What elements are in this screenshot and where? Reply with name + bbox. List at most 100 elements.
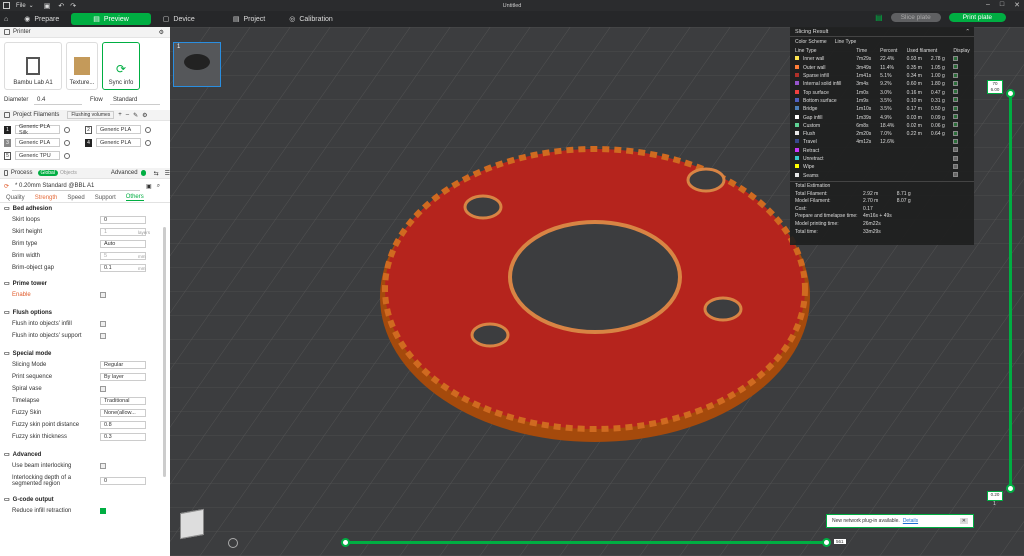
display-checkbox[interactable] [953,89,959,95]
flow-select[interactable]: Standard [110,96,160,105]
skirt-loops-input[interactable]: 0 [100,216,146,224]
tab-speed[interactable]: Speed [67,195,84,201]
display-checkbox[interactable] [953,105,959,111]
display-checkbox[interactable] [953,163,959,169]
display-checkbox[interactable] [953,55,959,61]
filament-settings-icon[interactable] [64,152,70,159]
color-scheme-select[interactable]: Line Type [835,39,857,45]
maximize-icon[interactable]: □ [1000,1,1004,9]
tab-prepare[interactable]: ◉ Prepare [12,13,71,25]
global-toggle[interactable]: Global [37,170,58,176]
tab-others[interactable]: Others [125,194,144,201]
tab-quality[interactable]: Quality [6,195,25,201]
fuzzy-distance-input[interactable]: 0.8 [100,421,146,429]
remove-icon[interactable]: – [126,112,129,118]
spiral-vase-checkbox[interactable] [100,386,106,392]
fuzzy-skin-select[interactable]: None(allow... [100,409,146,417]
collapse-icon[interactable]: ⌃ [965,29,970,35]
diameter-select[interactable]: 0.4 [34,96,82,105]
flushing-volumes-button[interactable]: Flushing volumes [67,111,115,119]
filament-settings-icon[interactable] [145,126,151,133]
print-plate-button[interactable]: Print plate [948,13,1006,22]
undo-icon[interactable]: ↶ [58,2,64,10]
tab-preview[interactable]: ▤ Preview [71,13,151,25]
filament-item[interactable]: 5 Generic TPU [4,150,85,161]
display-checkbox[interactable] [953,147,959,153]
display-checkbox[interactable] [953,114,959,120]
tab-home[interactable]: ⌂ [0,13,12,25]
process-preset-select[interactable]: * 0.20mm Standard @BBL A1 [12,182,141,191]
plate-icon[interactable]: ▤ [875,13,883,22]
flush-support-checkbox[interactable] [100,333,106,339]
tab-calibration[interactable]: ◎ Calibration [277,13,345,25]
beam-interlocking-checkbox[interactable] [100,463,106,469]
toast-details-link[interactable]: Details [903,518,918,524]
print-sequence-select[interactable]: By layer [100,373,146,381]
filament-item[interactable]: 3 Generic PLA [4,137,85,148]
display-checkbox[interactable] [953,97,959,103]
close-icon[interactable]: ✕ [1014,1,1020,9]
move-slider[interactable] [345,541,828,544]
fuzzy-thickness-input[interactable]: 0.3 [100,433,146,441]
filament-item[interactable]: 1 Generic PLA Silk [4,124,85,136]
display-checkbox[interactable] [953,172,959,178]
display-checkbox[interactable] [953,64,959,70]
search-icon[interactable]: ⌕ [157,183,160,190]
gear-model[interactable] [380,146,810,442]
filament-name[interactable]: Generic PLA [15,138,60,147]
reduce-retraction-checkbox[interactable] [100,508,106,514]
minimize-icon[interactable]: – [986,1,990,9]
tab-support[interactable]: Support [95,195,116,201]
save-preset-icon[interactable]: ▣ [146,183,152,190]
filament-item[interactable]: 4 Generic PLA [85,137,166,148]
gear-icon[interactable]: ⚙ [159,29,164,36]
sync-info-button[interactable]: ⟳ Sync info [102,42,140,90]
advanced-switch[interactable] [140,170,146,176]
display-checkbox[interactable] [953,72,959,78]
timelapse-select[interactable]: Traditional [100,397,146,405]
settings-icon[interactable]: ⚙ [142,112,147,119]
filament-item[interactable]: 2 Generic PLA [85,124,166,135]
edit-icon[interactable]: ✎ [133,112,138,119]
chevron-down-icon[interactable]: ⌄ [29,2,34,9]
close-icon[interactable]: ✕ [959,518,968,524]
slice-plate-button[interactable]: Slice plate [890,13,941,22]
filament-name[interactable]: Generic PLA [96,125,141,134]
display-checkbox[interactable] [953,130,959,136]
layer-slider-bottom-handle[interactable] [1006,484,1015,493]
layer-slider-top-handle[interactable] [1006,89,1015,98]
plate-thumbnail[interactable]: 1 [173,42,221,87]
filament-name[interactable]: Generic PLA [96,138,141,147]
slicing-mode-select[interactable]: Regular [100,361,146,369]
redo-icon[interactable]: ↷ [70,2,76,10]
display-checkbox[interactable] [953,122,959,128]
filament-settings-icon[interactable] [145,139,151,146]
interlocking-depth-input[interactable]: 0 [100,477,146,485]
filament-name[interactable]: Generic PLA Silk [15,124,60,136]
brim-type-select[interactable]: Auto [100,240,146,248]
display-checkbox[interactable] [953,138,959,144]
add-icon[interactable]: + [118,112,122,118]
flush-infill-checkbox[interactable] [100,321,106,327]
enable-checkbox[interactable] [100,292,106,298]
display-checkbox[interactable] [953,80,959,86]
tab-strength[interactable]: Strength [35,195,58,201]
move-slider-end-handle[interactable] [822,538,831,547]
camera-icon[interactable] [228,538,238,548]
save-icon[interactable]: ▣ [44,2,51,10]
plate-card[interactable]: Texture... [66,42,98,90]
compare-icon[interactable]: ⇆ [154,170,159,177]
filament-name[interactable]: Generic TPU [15,151,60,160]
filament-settings-icon[interactable] [64,126,70,133]
layer-slider[interactable] [1009,93,1012,488]
objects-toggle[interactable]: Objects [60,170,77,176]
tab-project[interactable]: ▤ Project [221,13,277,25]
printer-card[interactable]: Bambu Lab A1 [4,42,62,90]
tab-device[interactable]: ▢ Device [151,13,207,25]
move-slider-start-handle[interactable] [341,538,350,547]
display-checkbox[interactable] [953,155,959,161]
view-cube[interactable] [180,508,204,540]
filament-settings-icon[interactable] [64,139,70,146]
panel-scrollbar[interactable] [163,227,166,477]
file-menu[interactable]: File [16,3,26,9]
